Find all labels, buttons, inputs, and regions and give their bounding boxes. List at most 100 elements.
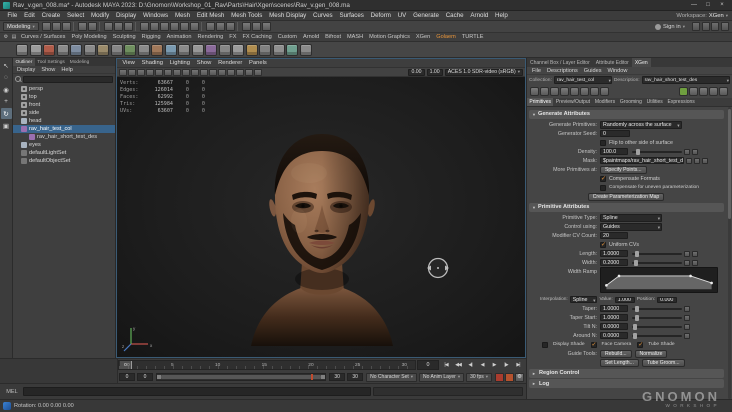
- outliner-item-rav-hair-short-test-des[interactable]: rav_hair_short_test_des: [13, 133, 115, 141]
- mask-options-icon[interactable]: [702, 157, 708, 164]
- exposure-field[interactable]: 0.00: [408, 68, 425, 76]
- modifier-cv-field[interactable]: 20: [600, 232, 628, 239]
- select-tool[interactable]: ↖: [1, 60, 12, 71]
- screen-space-ao-icon[interactable]: [227, 68, 235, 76]
- shelf-icon-11[interactable]: [151, 43, 163, 56]
- specify-points-button[interactable]: Specify Points...: [600, 165, 647, 174]
- colorspace-dropdown[interactable]: ACES 1.0 SDR-video (sRGB): [444, 68, 523, 76]
- render-frame-icon[interactable]: [242, 22, 252, 31]
- current-time-field[interactable]: 0: [417, 360, 439, 370]
- create-parameterization-map-button[interactable]: Create Parameterization Map: [587, 192, 665, 201]
- generator-seed-field[interactable]: 0: [600, 130, 630, 137]
- menu-cache[interactable]: Cache: [442, 12, 467, 19]
- 2d-pan-zoom-icon[interactable]: [164, 68, 172, 76]
- section-primitive-attributes[interactable]: Primitive Attributes: [529, 202, 724, 212]
- outliner-item-side[interactable]: side: [13, 109, 115, 117]
- control-using-dropdown[interactable]: Guides: [600, 222, 662, 231]
- scale-tool[interactable]: ▣: [1, 120, 12, 131]
- description-dropdown[interactable]: rav_hair_short_test_des: [641, 76, 730, 84]
- time-slider-track[interactable]: 0 0 5 10 15 20 25 30: [118, 360, 416, 370]
- rotate-tool[interactable]: ↻: [0, 108, 12, 119]
- face-camera-checkbox[interactable]: [590, 341, 597, 348]
- xgen-tab-preview-output[interactable]: Preview/Output: [553, 98, 592, 106]
- image-plane-icon[interactable]: [155, 68, 163, 76]
- taper-start-field[interactable]: 1.0000: [600, 314, 628, 321]
- make-live-icon[interactable]: [190, 22, 200, 31]
- anim-preferences-icon[interactable]: ⚙: [515, 372, 524, 382]
- input-operations-icon[interactable]: [206, 22, 216, 31]
- undo-icon[interactable]: [78, 22, 88, 31]
- shelf-tab-animation[interactable]: Animation: [164, 33, 195, 42]
- new-scene-icon[interactable]: [42, 22, 52, 31]
- lock-camera-icon[interactable]: [128, 68, 136, 76]
- fps-selector[interactable]: 30 fps: [466, 372, 492, 382]
- outliner-item-defaultlightset[interactable]: defaultLightSet: [13, 149, 115, 157]
- shelf-tab-mash[interactable]: MASH: [344, 33, 366, 42]
- bookmark-icon[interactable]: [146, 68, 154, 76]
- set-length-button[interactable]: Set Length...: [600, 358, 639, 367]
- workspace-value[interactable]: XGen: [709, 13, 728, 19]
- select-by-hierarchy-icon[interactable]: [104, 22, 114, 31]
- panel-tab-attribute-editor[interactable]: Attribute Editor: [593, 58, 632, 67]
- menu-set-selector[interactable]: Modeling: [3, 22, 39, 31]
- xgen-export-patches-icon[interactable]: [600, 87, 609, 96]
- xgen-update-preview-icon[interactable]: [679, 87, 688, 96]
- menu-help[interactable]: Help: [492, 12, 512, 19]
- shelf-icon-01[interactable]: [16, 43, 28, 56]
- smooth-shading-icon[interactable]: [191, 68, 199, 76]
- shelf-icon-14[interactable]: [191, 43, 204, 56]
- toggle-attribute-editor-icon[interactable]: [701, 22, 710, 31]
- menu-display[interactable]: Display: [113, 12, 140, 19]
- outliner-item-top[interactable]: top: [13, 93, 115, 101]
- construction-history-icon[interactable]: [226, 22, 236, 31]
- grid-display-icon[interactable]: [254, 68, 262, 76]
- around-n-slider[interactable]: [632, 332, 682, 339]
- go-to-start-button[interactable]: |◀: [440, 360, 452, 371]
- shelf-tabs-icon[interactable]: ▤: [10, 34, 18, 41]
- around-n-field[interactable]: 0.0000: [600, 332, 628, 339]
- xgen-scrollbar[interactable]: [728, 107, 731, 399]
- outliner-item-defaultobjectset[interactable]: defaultObjectSet: [13, 157, 115, 165]
- xgen-panel-options-icon[interactable]: [719, 87, 728, 96]
- scrollbar-thumb[interactable]: [728, 109, 731, 219]
- shelf-icon-02[interactable]: [29, 43, 42, 56]
- play-backwards-button[interactable]: ◀: [476, 360, 488, 371]
- xgen-sculpt-guide-icon[interactable]: [580, 87, 589, 96]
- shelf-tab-curves-surfaces[interactable]: Curves / Surfaces: [18, 33, 68, 42]
- motion-blur-icon[interactable]: [236, 68, 244, 76]
- compensate-formats-checkbox[interactable]: [600, 175, 606, 182]
- width-slider[interactable]: [632, 259, 682, 266]
- outliner-menu-display[interactable]: Display: [14, 66, 38, 73]
- play-forwards-button[interactable]: ▶: [488, 360, 500, 371]
- expression-icon[interactable]: [692, 250, 698, 257]
- save-scene-icon[interactable]: [62, 22, 72, 31]
- step-back-key-button[interactable]: ◀◀: [452, 360, 464, 371]
- texture-map-icon[interactable]: [684, 148, 690, 155]
- menu-edit[interactable]: Edit: [21, 12, 38, 19]
- camera-attributes-icon[interactable]: [137, 68, 145, 76]
- panel-tab-channel-box-layer-editor[interactable]: Channel Box / Layer Editor: [527, 58, 593, 67]
- xgen-description-menu-icon[interactable]: [530, 87, 539, 96]
- taper-start-slider[interactable]: [632, 314, 682, 321]
- maximize-button[interactable]: □: [701, 1, 715, 10]
- section-generate-attributes[interactable]: Generate Attributes: [529, 109, 724, 119]
- panel-tab-tool-settings[interactable]: Tool Settings: [35, 58, 67, 66]
- select-camera-icon[interactable]: [119, 68, 127, 76]
- taper-field[interactable]: 1.0000: [600, 305, 628, 312]
- panel-tab-outliner[interactable]: Outliner: [13, 58, 35, 66]
- auto-key-icon[interactable]: [505, 372, 514, 382]
- length-field[interactable]: 1.0000: [600, 250, 628, 257]
- expression-icon[interactable]: [684, 314, 690, 321]
- xgen-tab-modifiers[interactable]: Modifiers: [592, 98, 617, 106]
- gamma-field[interactable]: 1.00: [426, 68, 443, 76]
- length-slider[interactable]: [632, 250, 682, 257]
- rotate-manipulator[interactable]: [425, 255, 451, 281]
- width-field[interactable]: 0.2000: [600, 259, 628, 266]
- shelf-icon-17[interactable]: [232, 43, 244, 56]
- ipr-render-icon[interactable]: [252, 22, 262, 31]
- outliner-menu-help[interactable]: Help: [58, 66, 76, 73]
- texture-map-icon[interactable]: [684, 259, 690, 266]
- menu-arnold[interactable]: Arnold: [467, 12, 492, 19]
- use-all-lights-icon[interactable]: [209, 68, 217, 76]
- primitive-type-dropdown[interactable]: Spline: [600, 213, 662, 222]
